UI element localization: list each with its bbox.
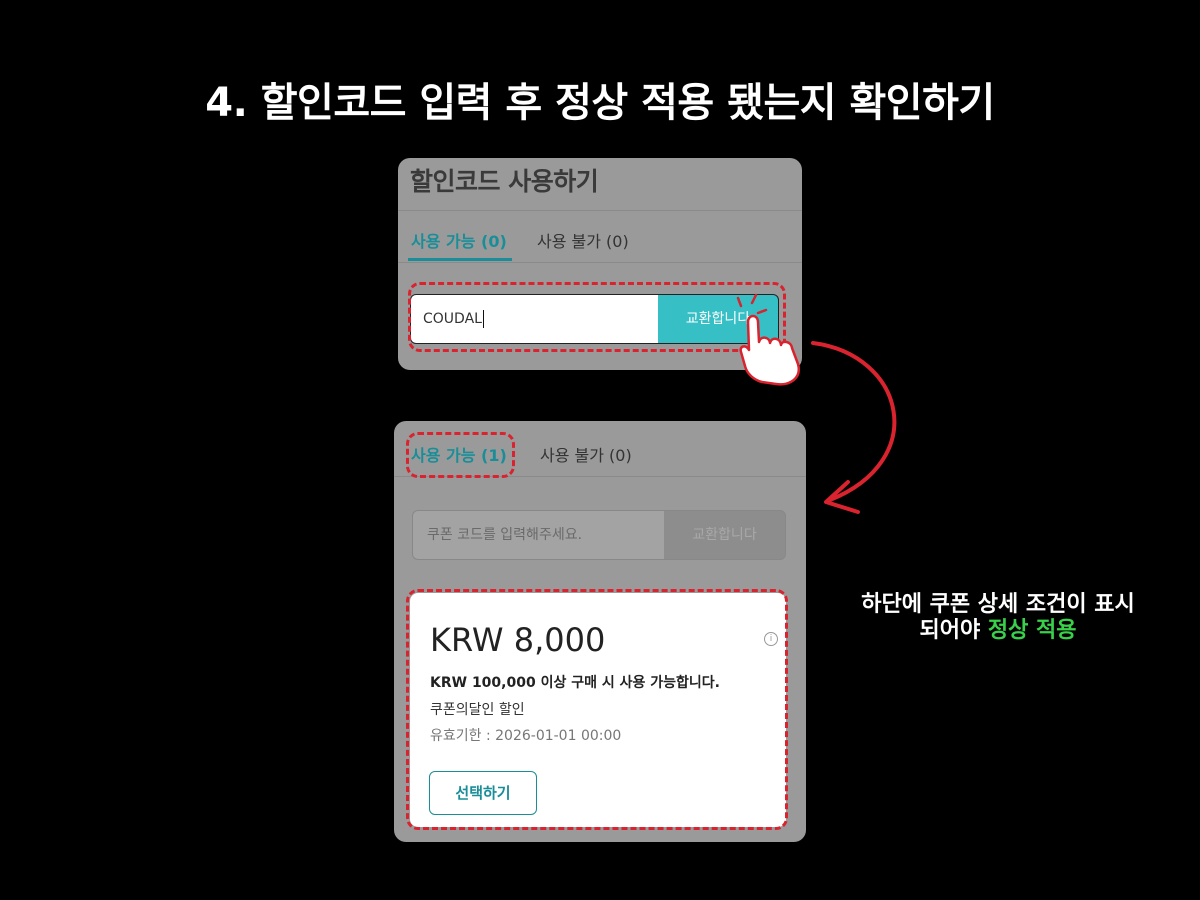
pointer-hand-icon <box>736 293 801 386</box>
annotation-overlay <box>736 293 897 514</box>
curved-arrow-icon <box>811 341 897 514</box>
